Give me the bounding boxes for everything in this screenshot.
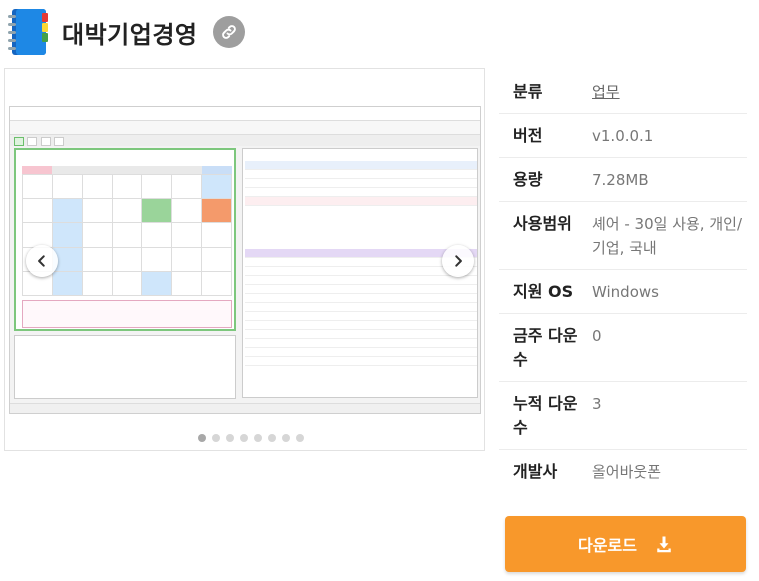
gallery-dot[interactable] [268, 434, 276, 442]
gallery-dot[interactable] [226, 434, 234, 442]
screenshot-calendar [14, 148, 236, 331]
account-table [245, 161, 477, 206]
calendar-summary-note [22, 300, 232, 328]
info-label: 누적 다운수 [513, 394, 578, 437]
screenshot-account-panel [242, 148, 478, 398]
info-label: 용량 [513, 170, 543, 189]
info-row-category: 분류 업무 [499, 70, 747, 114]
gallery-dot[interactable] [198, 434, 206, 442]
chevron-right-icon [455, 255, 462, 267]
info-row-license: 사용범위 셰어 - 30일 사용, 개인/기업, 국내 [499, 202, 747, 270]
link-button[interactable] [213, 16, 246, 48]
info-label: 금주 다운수 [513, 326, 578, 369]
gallery-dot[interactable] [240, 434, 248, 442]
info-value: 3 [592, 395, 602, 413]
gallery-dot[interactable] [254, 434, 262, 442]
gallery-dot[interactable] [282, 434, 290, 442]
download-button[interactable]: 다운로드 [505, 516, 746, 572]
screenshot-tab: ​ [40, 137, 51, 146]
info-label: 개발사 [513, 462, 558, 481]
gallery-dot[interactable] [296, 434, 304, 442]
screenshot-toolbar [10, 121, 480, 135]
download-label: 다운로드 [578, 536, 637, 555]
calendar-grid [22, 174, 232, 296]
category-link[interactable]: 업무 [592, 80, 747, 104]
info-value: 올어바웃폰 [592, 463, 662, 481]
info-row-developer: 개발사 올어바웃폰 [499, 450, 747, 493]
screenshot-tabs: ​ ​ ​ ​ [10, 135, 480, 146]
info-row-os: 지원 OS Windows [499, 270, 747, 314]
gallery-prev-button[interactable] [26, 245, 58, 277]
screenshot-tab: ​ [27, 137, 38, 146]
gallery-pagination [198, 434, 304, 442]
info-label: 사용범위 [513, 214, 572, 233]
gallery-dot[interactable] [212, 434, 220, 442]
app-title: 대박기업경영 [62, 20, 198, 49]
info-value: 7.28MB [592, 171, 649, 189]
info-value: Windows [592, 283, 659, 301]
app-screenshot: ​ ​ ​ ​ [9, 106, 481, 414]
screenshot-window-titlebar [10, 107, 480, 121]
screenshot-tab: ​ [14, 137, 24, 146]
calendar-weekday-header [22, 166, 232, 174]
info-label: 버전 [513, 126, 543, 145]
info-value: 셰어 - 30일 사용, 개인/기업, 국내 [592, 215, 742, 257]
info-row-total-downloads: 누적 다운수 3 [499, 382, 747, 450]
info-label: 분류 [513, 82, 543, 101]
info-value: v1.0.0.1 [592, 127, 654, 145]
screenshot-statusbar [10, 403, 480, 413]
chevron-left-icon [38, 255, 45, 267]
download-icon [657, 536, 671, 553]
info-value: 0 [592, 327, 602, 345]
info-row-version: 버전 v1.0.0.1 [499, 114, 747, 158]
screenshot-memo-area [14, 335, 236, 399]
screenshot-tab: ​ [54, 137, 65, 146]
gallery-next-button[interactable] [442, 245, 474, 277]
address-book-icon [6, 7, 50, 57]
info-label: 지원 OS [513, 282, 574, 301]
app-header: 대박기업경영 [6, 6, 246, 58]
app-info-table: 분류 업무 버전 v1.0.0.1 용량 7.28MB 사용범위 셰어 - 30… [499, 70, 747, 493]
info-row-weekly-downloads: 금주 다운수 0 [499, 314, 747, 382]
screenshot-gallery: ​ ​ ​ ​ [4, 68, 485, 451]
info-row-size: 용량 7.28MB [499, 158, 747, 202]
link-icon [222, 25, 237, 39]
